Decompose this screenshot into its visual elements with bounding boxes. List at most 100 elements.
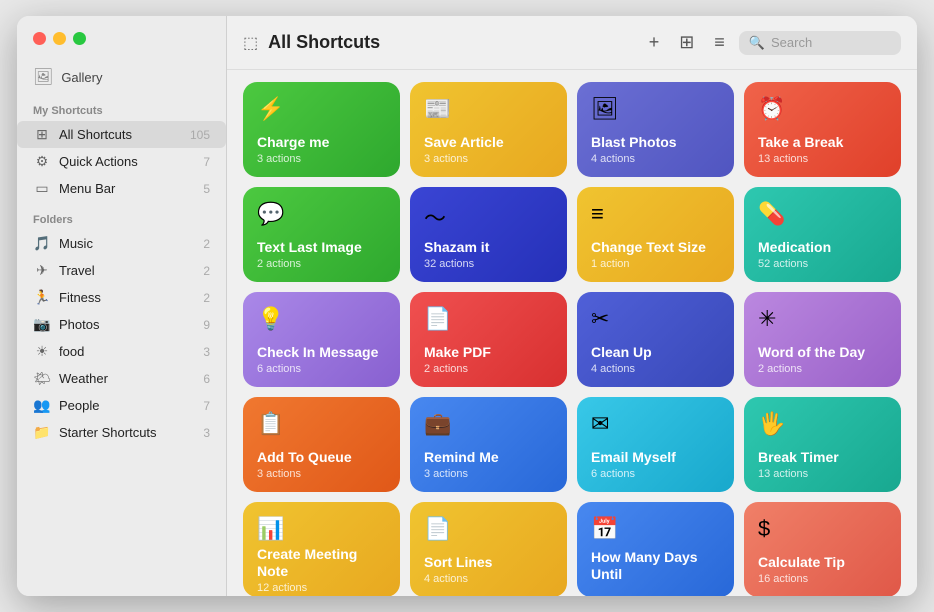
card-subtitle: 3 actions — [424, 153, 553, 165]
card-icon: $ — [758, 516, 887, 542]
shortcut-card-medication[interactable]: 💊 Medication 52 actions — [744, 187, 901, 282]
sidebar-item-weather[interactable]: 🌤 Weather 6 — [17, 365, 226, 392]
sidebar-toggle-button[interactable]: ⬚ — [243, 33, 258, 53]
shortcut-card-clean-up[interactable]: ✂ Clean Up 4 actions — [577, 292, 734, 387]
sidebar-item-all-shortcuts[interactable]: ⊞ All Shortcuts 105 — [17, 121, 226, 148]
shortcut-card-email-myself[interactable]: ✉ Email Myself 6 actions — [577, 397, 734, 492]
search-icon: 🔍 — [749, 35, 765, 51]
sidebar-item-people-label: People — [59, 398, 195, 413]
shortcut-card-how-many-days[interactable]: 📅 How Many Days Until — [577, 502, 734, 596]
card-icon: 📄 — [424, 306, 553, 332]
card-icon: 📰 — [424, 96, 553, 122]
shortcut-card-blast-photos[interactable]: 🖼 Blast Photos 4 actions — [577, 82, 734, 177]
starter-shortcuts-icon: 📁 — [33, 424, 51, 441]
card-subtitle: 4 actions — [591, 153, 720, 165]
list-view-icon: ≡ — [714, 32, 725, 52]
card-icon: ✉ — [591, 411, 720, 437]
card-title: Text Last Image — [257, 239, 386, 256]
window-controls — [17, 32, 226, 61]
maximize-button[interactable] — [73, 32, 86, 45]
sidebar-item-music[interactable]: 🎵 Music 2 — [17, 230, 226, 257]
card-title: Email Myself — [591, 449, 720, 466]
list-view-button[interactable]: ≡ — [708, 28, 731, 57]
shortcut-card-charge-me[interactable]: ⚡ Charge me 3 actions — [243, 82, 400, 177]
sidebar-item-weather-label: Weather — [59, 371, 195, 386]
gallery-icon: 🖼 — [33, 67, 53, 87]
sidebar-item-menu-bar-count: 5 — [203, 182, 210, 196]
card-title: Break Timer — [758, 449, 887, 466]
shortcut-card-calculate-tip[interactable]: $ Calculate Tip 16 actions — [744, 502, 901, 596]
grid-view-icon: ⊞ — [679, 32, 694, 52]
shortcuts-grid: ⚡ Charge me 3 actions 📰 Save Article 3 a… — [227, 70, 917, 596]
photos-icon: 📷 — [33, 316, 51, 333]
sidebar-item-food[interactable]: ☀ food 3 — [17, 338, 226, 365]
shortcut-card-remind-me[interactable]: 💼 Remind Me 3 actions — [410, 397, 567, 492]
sidebar-item-gallery[interactable]: 🖼 Gallery — [17, 61, 226, 93]
card-icon: 📋 — [257, 411, 386, 437]
card-title: Calculate Tip — [758, 554, 887, 571]
shortcut-card-word-of-the-day[interactable]: ✳ Word of the Day 2 actions — [744, 292, 901, 387]
card-icon: 💡 — [257, 306, 386, 332]
my-shortcuts-section-label: My Shortcuts — [17, 93, 226, 121]
card-icon: ✂ — [591, 306, 720, 332]
shortcut-card-create-meeting-note[interactable]: 📊 Create Meeting Note 12 actions — [243, 502, 400, 596]
shortcut-card-text-last-image[interactable]: 💬 Text Last Image 2 actions — [243, 187, 400, 282]
card-icon: 📊 — [257, 516, 386, 542]
fitness-icon: 🏃 — [33, 289, 51, 306]
people-icon: 👥 — [33, 397, 51, 414]
search-bar[interactable]: 🔍 — [739, 31, 901, 55]
card-title: Create Meeting Note — [257, 546, 386, 580]
card-title: Remind Me — [424, 449, 553, 466]
grid-view-button[interactable]: ⊞ — [673, 28, 700, 57]
shortcut-card-break-timer[interactable]: 🖐 Break Timer 13 actions — [744, 397, 901, 492]
card-subtitle: 3 actions — [257, 153, 386, 165]
shortcut-card-sort-lines[interactable]: 📄 Sort Lines 4 actions — [410, 502, 567, 596]
quick-actions-icon: ⚙ — [33, 153, 51, 170]
sidebar-item-fitness[interactable]: 🏃 Fitness 2 — [17, 284, 226, 311]
page-title: All Shortcuts — [268, 32, 633, 53]
shortcut-card-save-article[interactable]: 📰 Save Article 3 actions — [410, 82, 567, 177]
sidebar-item-music-count: 2 — [203, 237, 210, 251]
sidebar-item-travel-label: Travel — [59, 263, 195, 278]
sidebar-item-starter-shortcuts-label: Starter Shortcuts — [59, 425, 195, 440]
sidebar-item-starter-shortcuts[interactable]: 📁 Starter Shortcuts 3 — [17, 419, 226, 446]
search-input[interactable] — [771, 35, 891, 50]
sidebar-item-travel-count: 2 — [203, 264, 210, 278]
toolbar-actions: + ⊞ ≡ 🔍 — [643, 28, 901, 57]
card-icon: 💊 — [758, 201, 887, 227]
sidebar-item-people[interactable]: 👥 People 7 — [17, 392, 226, 419]
shortcut-card-change-text-size[interactable]: ≡ Change Text Size 1 action — [577, 187, 734, 282]
card-icon: ⏰ — [758, 96, 887, 122]
music-icon: 🎵 — [33, 235, 51, 252]
card-icon: 💬 — [257, 201, 386, 227]
add-shortcut-button[interactable]: + — [643, 28, 666, 57]
close-button[interactable] — [33, 32, 46, 45]
card-title: Change Text Size — [591, 239, 720, 256]
shortcut-card-shazam-it[interactable]: 〜 Shazam it 32 actions — [410, 187, 567, 282]
sidebar-item-menu-bar[interactable]: ▭ Menu Bar 5 — [17, 175, 226, 202]
card-title: Take a Break — [758, 134, 887, 151]
toolbar: ⬚ All Shortcuts + ⊞ ≡ 🔍 — [227, 16, 917, 70]
shortcut-card-check-in-message[interactable]: 💡 Check In Message 6 actions — [243, 292, 400, 387]
card-title: Make PDF — [424, 344, 553, 361]
card-subtitle: 2 actions — [257, 258, 386, 270]
sidebar-item-quick-actions[interactable]: ⚙ Quick Actions 7 — [17, 148, 226, 175]
card-title: Charge me — [257, 134, 386, 151]
card-icon: ✳ — [758, 306, 887, 332]
folders-section-label: Folders — [17, 202, 226, 230]
shortcut-card-add-to-queue[interactable]: 📋 Add To Queue 3 actions — [243, 397, 400, 492]
sidebar-item-photos[interactable]: 📷 Photos 9 — [17, 311, 226, 338]
sidebar-item-all-shortcuts-label: All Shortcuts — [59, 127, 182, 142]
shortcut-card-make-pdf[interactable]: 📄 Make PDF 2 actions — [410, 292, 567, 387]
sidebar-item-starter-shortcuts-count: 3 — [203, 426, 210, 440]
minimize-button[interactable] — [53, 32, 66, 45]
card-subtitle: 2 actions — [424, 363, 553, 375]
card-title: Word of the Day — [758, 344, 887, 361]
card-subtitle: 13 actions — [758, 153, 887, 165]
shortcut-card-take-a-break[interactable]: ⏰ Take a Break 13 actions — [744, 82, 901, 177]
sidebar-item-menu-bar-label: Menu Bar — [59, 181, 195, 196]
sidebar-item-travel[interactable]: ✈ Travel 2 — [17, 257, 226, 284]
all-shortcuts-icon: ⊞ — [33, 126, 51, 143]
card-subtitle: 6 actions — [591, 468, 720, 480]
card-subtitle: 4 actions — [424, 573, 553, 585]
